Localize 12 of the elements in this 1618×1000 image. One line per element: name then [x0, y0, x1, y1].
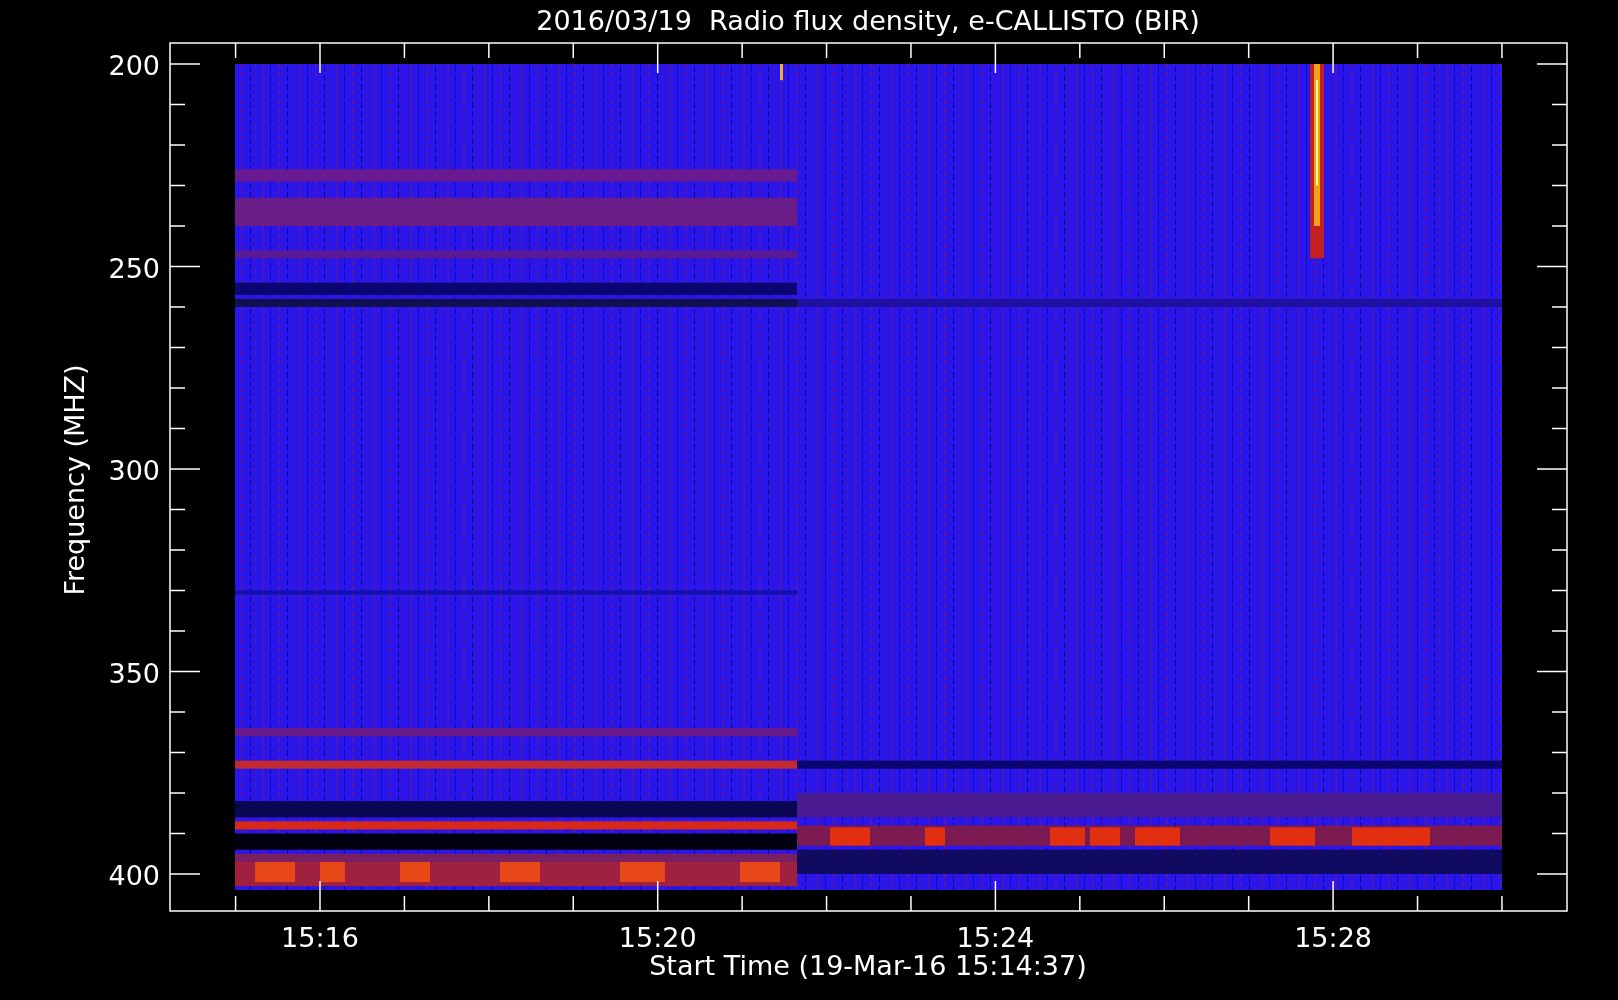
y-tick-label: 200 — [108, 50, 160, 81]
y-tick-label: 350 — [108, 657, 160, 689]
x-axis-title: Start Time (19-Mar-16 15:14:37) — [649, 950, 1087, 981]
y-axis-title: Frequency (MHZ) — [59, 364, 90, 596]
y-tick-label: 250 — [108, 252, 160, 284]
x-tick-label: 15:28 — [1294, 922, 1372, 953]
x-tick-label: 15:20 — [618, 922, 697, 953]
x-tick-label: 15:16 — [281, 922, 359, 953]
x-tick-label: 15:24 — [956, 922, 1035, 953]
chart-title: 2016/03/19 Radio flux density, e-CALLISTO (BIR) — [536, 5, 1200, 36]
y-tick-label: 400 — [108, 860, 160, 891]
y-tick-label: 300 — [108, 455, 160, 486]
